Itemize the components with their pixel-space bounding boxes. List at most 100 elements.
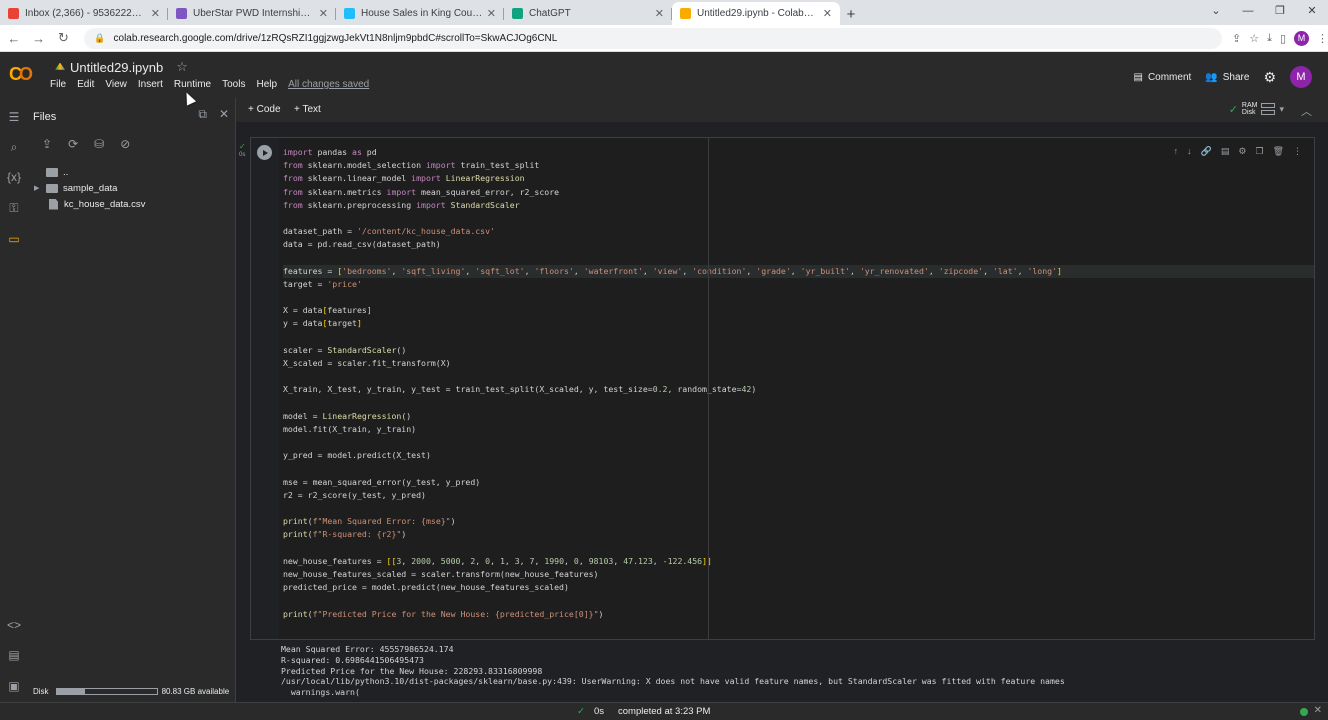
terminal-icon[interactable]: ▣ [6, 679, 22, 695]
close-window-icon[interactable]: ✕ [1296, 0, 1328, 25]
refresh-folder-icon[interactable]: ⟳ [68, 137, 78, 151]
tab-close-icon[interactable]: ✕ [823, 7, 832, 20]
mount-drive-icon[interactable]: ⛁ [94, 137, 104, 151]
tab-search-icon[interactable]: ⌄ [1200, 0, 1232, 25]
notebook-title[interactable]: Untitled29.ipynb [70, 60, 163, 75]
settings-gear-icon[interactable]: ⚙ [1263, 69, 1276, 86]
forward-icon[interactable]: → [28, 31, 50, 46]
browser-menu-icon[interactable]: ⋮ [1317, 32, 1328, 45]
comment-cell-icon[interactable]: ▤ [1221, 146, 1230, 157]
mirror-cell-icon[interactable]: ❐ [1255, 146, 1263, 157]
code-line: import pandas as pd [283, 147, 377, 157]
status-close-icon[interactable]: ✕ [1314, 705, 1322, 716]
open-in-tab-icon[interactable]: ⧉ [198, 107, 207, 122]
browser-tab[interactable]: UberStar PWD Internship Hiring ✕ [168, 2, 336, 25]
close-panel-icon[interactable]: ✕ [219, 107, 229, 122]
code-cell[interactable]: ✓ 0s import pandas as pd from sklearn.mod… [239, 137, 1315, 640]
header-actions: ▤ Comment 👥 Share ⚙ M [1133, 66, 1312, 88]
restore-icon[interactable]: ❐ [1264, 0, 1296, 25]
tab-close-icon[interactable]: ✕ [319, 7, 328, 20]
back-icon[interactable]: ← [3, 31, 25, 46]
tab-close-icon[interactable]: ✕ [487, 7, 496, 20]
reload-icon[interactable]: ↻ [53, 30, 75, 46]
browser-tab-strip: Inbox (2,366) - 953622243052@✕UberStar P… [0, 0, 1328, 25]
notebook-area: ✓ 0s import pandas as pd from sklearn.mod… [236, 122, 1328, 702]
collapse-header-icon[interactable]: ︿ [1301, 103, 1312, 119]
tab-title: Untitled29.ipynb - Colaboratory [697, 8, 819, 19]
tab-title: UberStar PWD Internship Hiring [193, 8, 315, 19]
save-status-link[interactable]: All changes saved [288, 79, 369, 90]
code-line: from sklearn.metrics import mean_squared… [283, 186, 560, 197]
tab-favicon-icon [344, 8, 355, 19]
command-palette-icon[interactable]: ▤ [6, 648, 22, 664]
browser-profile-avatar[interactable]: M [1294, 30, 1310, 46]
menu-help[interactable]: Help [256, 79, 277, 90]
tab-title: House Sales in King County, US [361, 8, 483, 19]
hide-files-icon[interactable]: ⊘ [120, 137, 130, 151]
ram-meter [1261, 103, 1276, 108]
delete-icon[interactable]: 🗑 [1273, 146, 1284, 157]
browser-tab[interactable]: House Sales in King County, US ✕ [336, 2, 504, 25]
menu-runtime[interactable]: Runtime [174, 79, 211, 90]
move-down-icon[interactable]: ↓ [1187, 146, 1192, 157]
code-line: from sklearn.preprocessing import Standa… [283, 199, 520, 210]
output-line: Mean Squared Error: 45557986524.174 [281, 644, 454, 654]
colab-logo[interactable]: CO [9, 64, 33, 85]
more-options-icon[interactable]: ⋮ [1293, 146, 1302, 157]
expand-caret-icon[interactable]: ▶ [34, 184, 46, 192]
new-tab-button[interactable]: + [840, 3, 862, 25]
code-line: model = LinearRegression() [283, 410, 412, 421]
link-icon[interactable]: 🔗 [1201, 146, 1212, 157]
folder-item[interactable]: ▶ sample_data [34, 180, 145, 196]
folder-icon [46, 183, 58, 193]
browser-tab[interactable]: Untitled29.ipynb - Colaboratory ✕ [672, 2, 840, 25]
code-editor[interactable]: import pandas as pd from sklearn.model_se… [279, 138, 1314, 639]
tab-close-icon[interactable]: ✕ [151, 7, 160, 20]
run-cell-button[interactable] [257, 145, 272, 160]
cell-settings-icon[interactable]: ⚙ [1238, 146, 1246, 157]
code-snippets-icon[interactable]: <> [6, 618, 22, 634]
tab-close-icon[interactable]: ✕ [655, 7, 664, 20]
upload-file-icon[interactable]: ⇪ [42, 137, 52, 151]
menu-edit[interactable]: Edit [77, 79, 94, 90]
variables-icon[interactable]: {x} [6, 170, 22, 186]
table-of-contents-icon[interactable]: ☰ [6, 110, 22, 126]
side-panel-icon[interactable]: ▯ [1280, 32, 1286, 45]
add-code-button[interactable]: + Code [248, 104, 281, 115]
comment-button[interactable]: ▤ Comment [1133, 72, 1191, 83]
code-line: X_train, X_test, y_train, y_test = train… [283, 384, 757, 395]
bookmark-star-icon[interactable]: ☆ [1249, 32, 1259, 45]
minimize-icon[interactable]: — [1232, 0, 1264, 25]
runtime-dropdown-icon[interactable]: ▾ [1279, 104, 1284, 115]
search-icon[interactable]: ⌕ [6, 140, 22, 156]
url-field[interactable]: 🔒 colab.research.google.com/drive/1zRQsR… [84, 27, 1222, 49]
menu-tools[interactable]: Tools [222, 79, 245, 90]
move-up-icon[interactable]: ↑ [1174, 146, 1179, 157]
status-check-icon: ✓ [577, 706, 585, 717]
output-line: Predicted Price for the New House: 22829… [281, 665, 543, 676]
add-text-button[interactable]: + Text [294, 104, 321, 115]
menu-file[interactable]: File [50, 79, 66, 90]
secrets-key-icon[interactable]: ⚿ [6, 201, 22, 217]
folder-item[interactable]: .. [34, 164, 145, 180]
tab-favicon-icon [512, 8, 523, 19]
runtime-resources[interactable]: ✓ RAM Disk ▾ [1229, 101, 1284, 117]
file-item[interactable]: kc_house_data.csv [34, 196, 145, 212]
files-folder-icon[interactable]: ▭ [6, 232, 22, 248]
download-icon[interactable]: ⤓ [1267, 32, 1272, 45]
window-controls: ⌄ — ❐ ✕ [1200, 0, 1328, 25]
code-line: model.fit(X_train, y_train) [283, 423, 417, 434]
menu-insert[interactable]: Insert [138, 79, 163, 90]
star-icon[interactable]: ☆ [176, 59, 188, 75]
share-page-icon[interactable]: ⇪ [1232, 32, 1241, 45]
tab-title: ChatGPT [529, 8, 571, 19]
share-button[interactable]: 👥 Share [1205, 72, 1249, 83]
browser-tab[interactable]: ChatGPT ✕ [504, 2, 672, 25]
account-avatar[interactable]: M [1290, 66, 1312, 88]
code-line: from sklearn.model_selection import trai… [283, 160, 540, 171]
browser-tab[interactable]: Inbox (2,366) - 953622243052@ ✕ [0, 2, 168, 25]
menu-view[interactable]: View [105, 79, 127, 90]
